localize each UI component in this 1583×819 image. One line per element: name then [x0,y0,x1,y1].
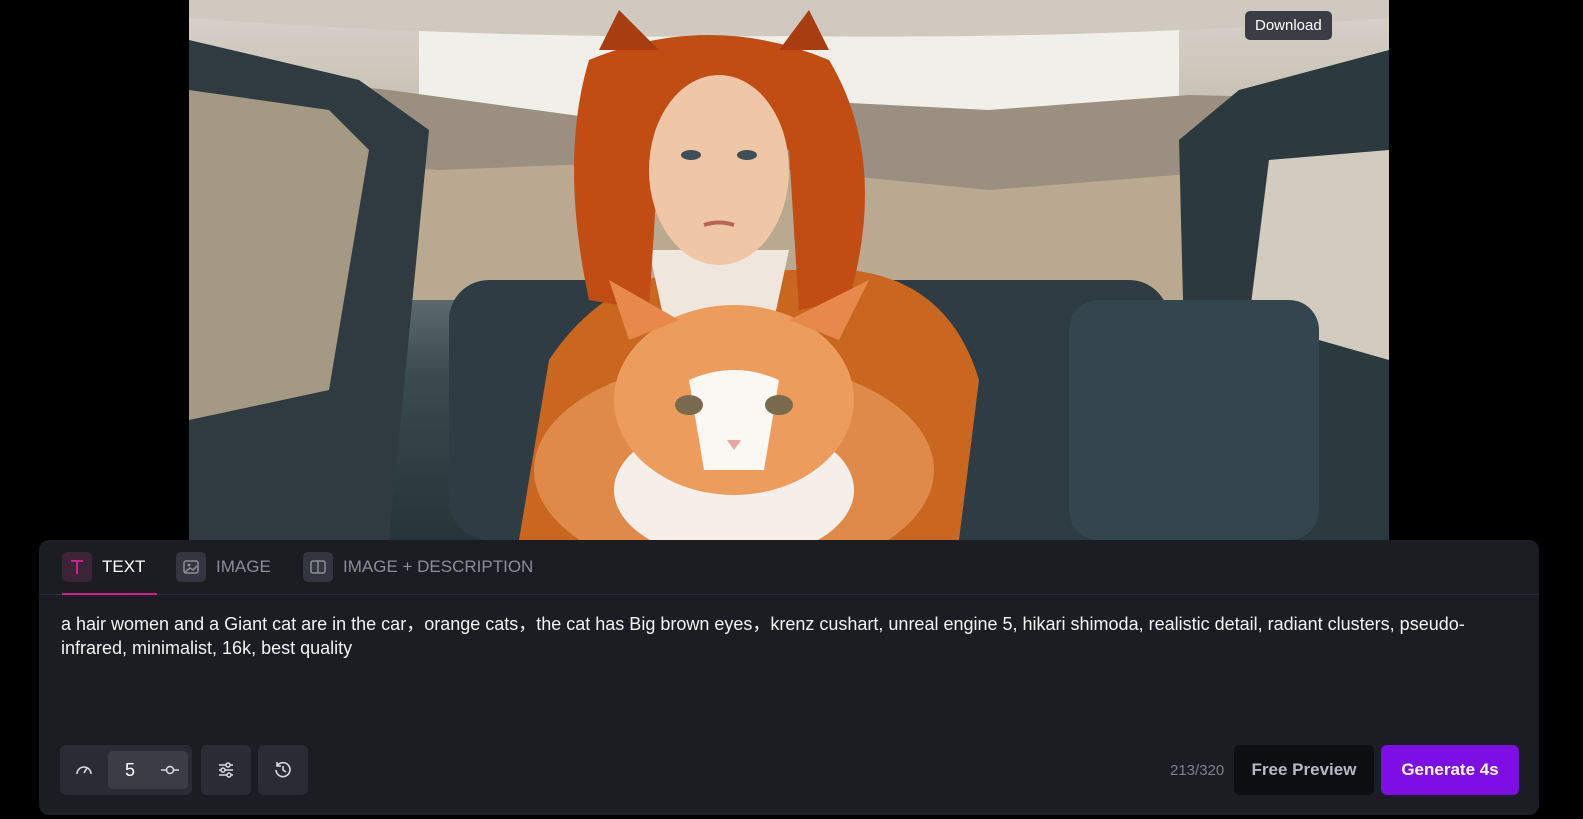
speed-icon[interactable] [60,745,108,795]
tab-image[interactable]: IMAGE [176,540,271,594]
steps-control: 5 [60,745,192,795]
text-icon [62,552,92,582]
history-button[interactable] [258,745,308,795]
image-icon [176,552,206,582]
settings-sliders-icon[interactable] [201,745,251,795]
download-tooltip[interactable]: Download [1245,11,1332,40]
tab-text[interactable]: TEXT [62,540,158,595]
prompt-textarea[interactable]: a hair women and a Giant cat are in the … [61,612,1501,660]
slider-icon[interactable] [152,764,188,776]
prompt-panel: TEXT IMAGE IMAGE + DESCRIPTION a hair wo… [39,540,1539,815]
steps-stepper[interactable]: 5 [108,751,188,789]
history-icon[interactable] [258,745,308,795]
free-preview-button[interactable]: Free Preview [1234,745,1374,795]
generated-image-illustration [189,0,1389,540]
tab-image-label: IMAGE [216,557,271,576]
generated-image [189,0,1389,540]
settings-button[interactable] [201,745,251,795]
split-image-icon [303,552,333,582]
generate-button[interactable]: Generate 4s [1381,745,1519,795]
mode-tabs: TEXT IMAGE IMAGE + DESCRIPTION [39,540,1539,595]
steps-value[interactable]: 5 [108,760,152,781]
tab-image-description[interactable]: IMAGE + DESCRIPTION [303,540,533,594]
tab-text-label: TEXT [102,557,146,576]
character-counter: 213/320 [1170,762,1225,779]
tab-image-description-label: IMAGE + DESCRIPTION [343,557,534,576]
